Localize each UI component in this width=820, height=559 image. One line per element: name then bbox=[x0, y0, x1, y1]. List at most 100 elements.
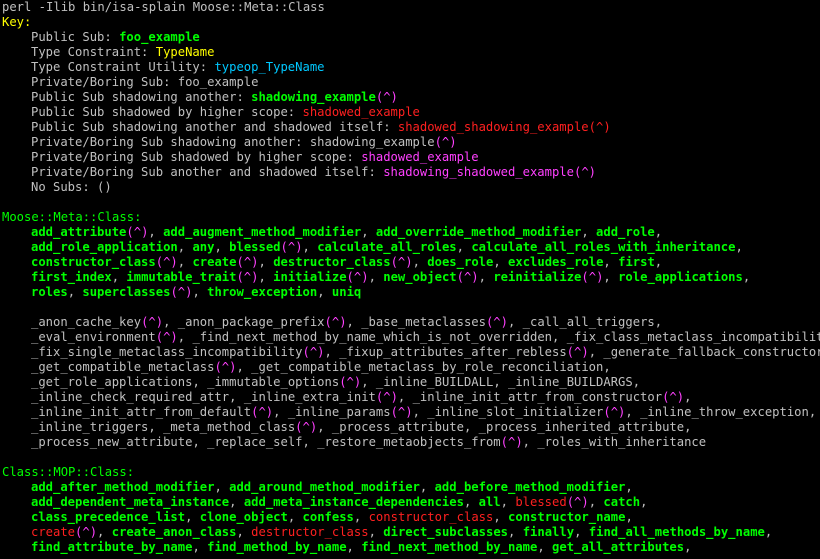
method-name: add_role bbox=[596, 225, 655, 239]
separator: , bbox=[735, 240, 743, 254]
separator: , bbox=[214, 240, 230, 254]
separator: , bbox=[603, 270, 619, 284]
separator: , bbox=[192, 435, 208, 449]
public-method-line: add_attribute(^), add_augment_method_mod… bbox=[2, 225, 820, 240]
separator: , bbox=[192, 540, 208, 554]
method-name: confess bbox=[302, 510, 354, 524]
key-label: Private/Boring Sub shadowing another: bbox=[31, 135, 310, 149]
method-name: throw_exception bbox=[207, 285, 318, 299]
separator: , bbox=[684, 390, 692, 404]
section-header: Moose::Meta::Class: bbox=[2, 210, 142, 224]
method-name: create bbox=[31, 525, 76, 539]
shadow-marker: (^) bbox=[375, 390, 398, 404]
key-caret: (^) bbox=[434, 135, 457, 149]
separator: , bbox=[537, 540, 553, 554]
separator: , bbox=[654, 255, 663, 269]
public-method-line: class_precedence_list, clone_object, con… bbox=[2, 510, 820, 525]
method-name: _generate_fallback_constructor bbox=[603, 345, 820, 359]
shadow-marker: (^) bbox=[214, 360, 237, 374]
shadow-marker: (^) bbox=[75, 525, 98, 539]
method-name: calculate_all_roles bbox=[317, 240, 457, 254]
separator: , bbox=[229, 390, 244, 404]
method-name: _roles_with_inheritance bbox=[537, 435, 707, 449]
shadow-marker: (^) bbox=[581, 270, 604, 284]
shadow-marker: (^) bbox=[141, 315, 164, 329]
method-name: constructor_class bbox=[368, 510, 494, 524]
key-row: Public Sub shadowing another and shadowe… bbox=[2, 120, 820, 135]
method-name: _fix_class_metaclass_incompatibility bbox=[566, 330, 820, 344]
separator: , bbox=[317, 285, 332, 299]
public-method-line: add_role_application, any, blessed(^), c… bbox=[2, 240, 820, 255]
method-name: _get_role_applications bbox=[31, 375, 193, 389]
separator: , bbox=[463, 495, 479, 509]
method-name: _eval_environment bbox=[31, 330, 156, 344]
method-name: constructor_class bbox=[31, 255, 156, 269]
shadow-marker: (^) bbox=[251, 405, 274, 419]
method-name: destructor_class bbox=[251, 525, 369, 539]
separator: , bbox=[588, 345, 604, 359]
method-name: find_method_by_name bbox=[207, 540, 347, 554]
shadow-marker: (^) bbox=[566, 345, 589, 359]
method-name: find_next_method_by_name bbox=[361, 540, 538, 554]
separator: , bbox=[654, 225, 663, 239]
key-label: Public Sub: bbox=[31, 30, 120, 44]
key-row: Public Sub shadowed by higher scope: sha… bbox=[2, 105, 820, 120]
separator: , bbox=[192, 285, 208, 299]
method-name: first_index bbox=[31, 270, 112, 284]
separator: , bbox=[67, 285, 83, 299]
separator: , bbox=[177, 330, 193, 344]
separator: , bbox=[493, 255, 509, 269]
separator: , bbox=[148, 225, 164, 239]
separator: , bbox=[764, 525, 773, 539]
method-name: _get_compatible_metaclass bbox=[31, 360, 215, 374]
method-name: initialize bbox=[273, 270, 347, 284]
separator: , bbox=[229, 495, 244, 509]
method-name: add_around_method_modifier bbox=[229, 480, 420, 494]
method-name: add_override_method_modifier bbox=[375, 225, 582, 239]
separator: , bbox=[625, 405, 641, 419]
command-line: perl -Ilib bin/isa-splain Moose::Meta::C… bbox=[2, 0, 325, 14]
public-method-line: add_dependent_meta_instance, add_meta_in… bbox=[2, 495, 820, 510]
method-name: _base_metaclasses bbox=[361, 315, 486, 329]
key-row: No Subs: () bbox=[2, 180, 820, 195]
shadow-marker: (^) bbox=[170, 285, 193, 299]
separator: , bbox=[522, 435, 538, 449]
shadow-marker: (^) bbox=[662, 390, 685, 404]
shadow-marker: (^) bbox=[126, 225, 149, 239]
key-label: Public Sub shadowing another and shadowe… bbox=[31, 120, 398, 134]
separator: , bbox=[214, 480, 230, 494]
private-method-line: _anon_cache_key(^), _anon_package_prefix… bbox=[2, 315, 820, 330]
method-name: blessed bbox=[229, 240, 281, 254]
shadow-marker: (^) bbox=[155, 330, 178, 344]
separator: , bbox=[177, 255, 193, 269]
method-name: direct_subclasses bbox=[383, 525, 509, 539]
private-method-line: _inline_check_required_attr, _inline_ext… bbox=[2, 390, 820, 405]
separator: , bbox=[412, 255, 428, 269]
key-sample: shadowed_example bbox=[302, 105, 420, 119]
private-method-line: _fix_single_metaclass_incompatibility (^)… bbox=[2, 345, 820, 360]
method-name: _process_inherited_attribute bbox=[478, 420, 685, 434]
method-name: create bbox=[192, 255, 237, 269]
separator: , bbox=[163, 315, 178, 329]
method-name: _immutable_options bbox=[207, 375, 340, 389]
public-method-line: first_index, immutable_trait(^), initial… bbox=[2, 270, 820, 285]
key-sample: shadowed_example bbox=[361, 150, 479, 164]
method-name: _fix_single_metaclass_incompatibility bbox=[31, 345, 303, 359]
separator: , bbox=[287, 510, 303, 524]
private-method-line: _eval_environment(^), _find_next_method_… bbox=[2, 330, 820, 345]
separator: , bbox=[552, 330, 567, 344]
key-row: Private/Boring Sub: foo_example bbox=[2, 75, 820, 90]
private-method-line: _get_role_applications, _immutable_optio… bbox=[2, 375, 820, 390]
separator: , bbox=[177, 240, 193, 254]
shadow-marker: (^) bbox=[339, 375, 362, 389]
method-name: _inline_triggers bbox=[31, 420, 149, 434]
method-name: _fixup_attributes_after_rebless bbox=[339, 345, 567, 359]
method-name: does_role bbox=[427, 255, 494, 269]
separator: , bbox=[640, 495, 648, 509]
separator: , bbox=[632, 375, 641, 389]
method-name: create_anon_class bbox=[111, 525, 237, 539]
method-name: add_attribute bbox=[31, 225, 127, 239]
method-name: _call_all_triggers bbox=[522, 315, 655, 329]
